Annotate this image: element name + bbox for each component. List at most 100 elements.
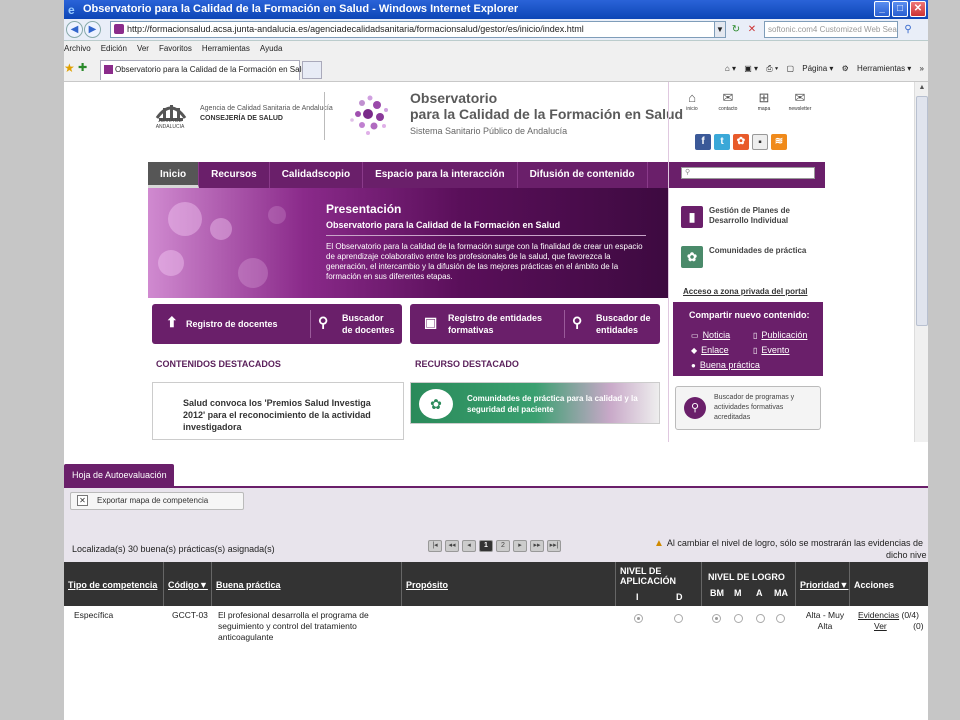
nav-recursos[interactable]: Recursos — [199, 162, 270, 188]
favorites-star-icon[interactable]: ★ — [64, 61, 75, 75]
export-competency-map-button[interactable]: ✕ Exportar mapa de competencia — [70, 492, 244, 510]
col-proposito-label: Propósito — [406, 580, 448, 590]
browser-window: e Observatorio para la Calidad de la Form… — [64, 0, 928, 442]
share-evento[interactable]: ▯ Evento — [753, 345, 789, 355]
share-buena-practica[interactable]: ● Buena práctica — [691, 360, 760, 370]
chevron-more-icon[interactable]: » — [920, 64, 924, 73]
radio-aplicacion-i[interactable] — [634, 614, 643, 623]
twitter-icon[interactable]: t — [714, 134, 730, 150]
menu-archivo[interactable]: Archivo — [64, 44, 91, 53]
sidebar-search-input[interactable]: ⚲ — [681, 167, 815, 179]
last-page-button[interactable]: ▸▸| — [547, 540, 561, 552]
home-icon[interactable]: ⌂ ▾ — [725, 64, 736, 73]
prev-prev-button[interactable]: ◂◂ — [445, 540, 459, 552]
radio-logro-a[interactable] — [756, 614, 765, 623]
mapa-link[interactable]: ⊞ mapa — [751, 90, 777, 112]
menu-ayuda[interactable]: Ayuda — [260, 44, 283, 53]
add-favorite-icon[interactable]: ✚ — [78, 61, 87, 74]
buscador-programas-label: Buscador de programas y actividades form… — [714, 394, 795, 421]
minimize-button[interactable]: _ — [874, 1, 890, 17]
prev-page-button[interactable]: ◂ — [462, 540, 476, 552]
newsletter-link[interactable]: ✉ newsletter — [787, 90, 813, 112]
radio-logro-bm[interactable] — [712, 614, 721, 623]
col-tipo-label: Tipo de competencia — [68, 580, 158, 590]
search-input[interactable]: softonic.com4 Customized Web Search — [764, 21, 898, 38]
right-sidebar: ⌂ inicio ✉ contacto ⊞ mapa ✉ newsletter f t … — [668, 82, 825, 442]
panel-top-space — [64, 442, 928, 464]
buscador-programas[interactable]: ⚲ Buscador de programas y actividades fo… — [675, 386, 821, 430]
address-dropdown-icon[interactable]: ▼ — [714, 21, 726, 38]
contacto-link[interactable]: ✉ contacto — [715, 90, 741, 112]
ver-link[interactable]: Ver — [874, 621, 887, 631]
rss-icon[interactable]: ≋ — [771, 134, 787, 150]
registro-docentes-link[interactable]: Registro de docentes — [186, 319, 278, 329]
ie-icon: e — [68, 3, 75, 17]
nav-calidadscopio[interactable]: Calidadscopio — [270, 162, 364, 188]
inicio-link[interactable]: ⌂ inicio — [679, 90, 705, 112]
share-content-box: Compartir nuevo contenido: ▭ Noticia ▯ Pub… — [673, 302, 823, 376]
first-page-button[interactable]: |◂ — [428, 540, 442, 552]
col-codigo[interactable]: Código▼ — [164, 562, 212, 606]
page-1-button[interactable]: 1 — [479, 540, 493, 552]
refresh-icon[interactable]: ↻ — [728, 21, 744, 38]
tab-observatorio[interactable]: Observatorio para la Calidad de la Forma… — [100, 60, 310, 80]
row-codigo: GCCT-03 — [172, 610, 208, 620]
address-field[interactable]: http://formacionsalud.acsa.junta-andaluc… — [110, 21, 722, 38]
radio-logro-m[interactable] — [734, 614, 743, 623]
forward-button[interactable]: ▶ — [84, 21, 101, 38]
private-area-link[interactable]: Acceso a zona privada del portal — [683, 287, 807, 296]
search-icon[interactable]: ⚲ — [900, 21, 916, 38]
feeds-icon[interactable]: ▣ ▾ — [744, 64, 758, 73]
menu-ver[interactable]: Ver — [137, 44, 149, 53]
share-noticia[interactable]: ▭ Noticia — [691, 330, 730, 340]
featured-news[interactable]: Salud convoca los 'Premios Salud Investi… — [152, 382, 404, 440]
row-buena-practica: El profesional desarrolla el programa de… — [218, 610, 369, 642]
evidencias-link[interactable]: Evidencias — [858, 610, 899, 620]
delicious-icon[interactable]: ▪ — [752, 134, 768, 150]
recurso-banner[interactable]: ✿ Comunidades de práctica para la calida… — [410, 382, 660, 424]
tools-menu[interactable]: ⚙ Herramientas ▾ — [842, 64, 912, 73]
col-tipo[interactable]: Tipo de competencia — [64, 562, 164, 606]
next-next-button[interactable]: ▸▸ — [530, 540, 544, 552]
tab-hoja-autoevaluacion[interactable]: Hoja de Autoevaluación — [64, 464, 174, 486]
close-button[interactable]: ✕ — [910, 1, 926, 17]
registro-entidades-link[interactable]: Registro de entidades formativas — [448, 312, 568, 336]
share-enlace[interactable]: ◆ Enlace — [691, 345, 729, 355]
menu-herramientas[interactable]: Herramientas — [202, 44, 250, 53]
share-publicacion[interactable]: ▯ Publicación — [753, 330, 807, 340]
menu-favoritos[interactable]: Favoritos — [159, 44, 192, 53]
main-nav: Inicio Recursos Calidadscopio Espacio pa… — [148, 162, 668, 188]
col-proposito[interactable]: Propósito — [402, 562, 616, 606]
stop-icon[interactable]: ✕ — [744, 21, 760, 38]
maximize-button[interactable]: □ — [892, 1, 908, 17]
nav-inicio[interactable]: Inicio — [148, 162, 200, 188]
nav-difusion-contenido[interactable]: Difusión de contenido — [518, 162, 648, 188]
page-menu-label: Página — [802, 64, 828, 73]
vertical-scrollbar[interactable]: ▲ — [914, 82, 928, 442]
nav-espacio-interaccion[interactable]: Espacio para la interacción — [363, 162, 518, 188]
radio-logro-ma[interactable] — [776, 614, 785, 623]
scroll-thumb[interactable] — [916, 96, 928, 326]
share-buena-practica-label: Buena práctica — [699, 360, 760, 370]
facebook-icon[interactable]: f — [695, 134, 711, 150]
news-icon: ▭ — [691, 331, 699, 340]
sidebar-search: ⚲ — [669, 162, 825, 188]
menu-edicion[interactable]: Edición — [101, 44, 127, 53]
col-nivel-logro-label: NIVEL DE LOGRO — [708, 572, 785, 582]
buscador-entidades-link[interactable]: Buscador de entidades — [596, 312, 654, 336]
page-menu[interactable]: ▢ Página ▾ — [786, 64, 833, 73]
col-acciones-label: Acciones — [854, 580, 895, 590]
buscador-docentes-link[interactable]: Buscador de docentes — [342, 312, 396, 336]
back-button[interactable]: ◀ — [66, 21, 83, 38]
new-tab-button[interactable] — [302, 61, 322, 79]
col-buena-practica[interactable]: Buena práctica — [212, 562, 402, 606]
flickr-icon[interactable]: ✿ — [733, 134, 749, 150]
col-prioridad[interactable]: Prioridad▼ — [796, 562, 850, 606]
print-icon[interactable]: ⎙ ▾ — [766, 64, 778, 73]
top-icon-links: ⌂ inicio ✉ contacto ⊞ mapa ✉ newsletter — [679, 90, 813, 112]
page-2-button[interactable]: 2 — [496, 540, 510, 552]
radio-aplicacion-d[interactable] — [674, 614, 683, 623]
share-evento-label: Evento — [761, 345, 790, 355]
scroll-up-icon[interactable]: ▲ — [917, 84, 927, 96]
next-page-button[interactable]: ▸ — [513, 540, 527, 552]
